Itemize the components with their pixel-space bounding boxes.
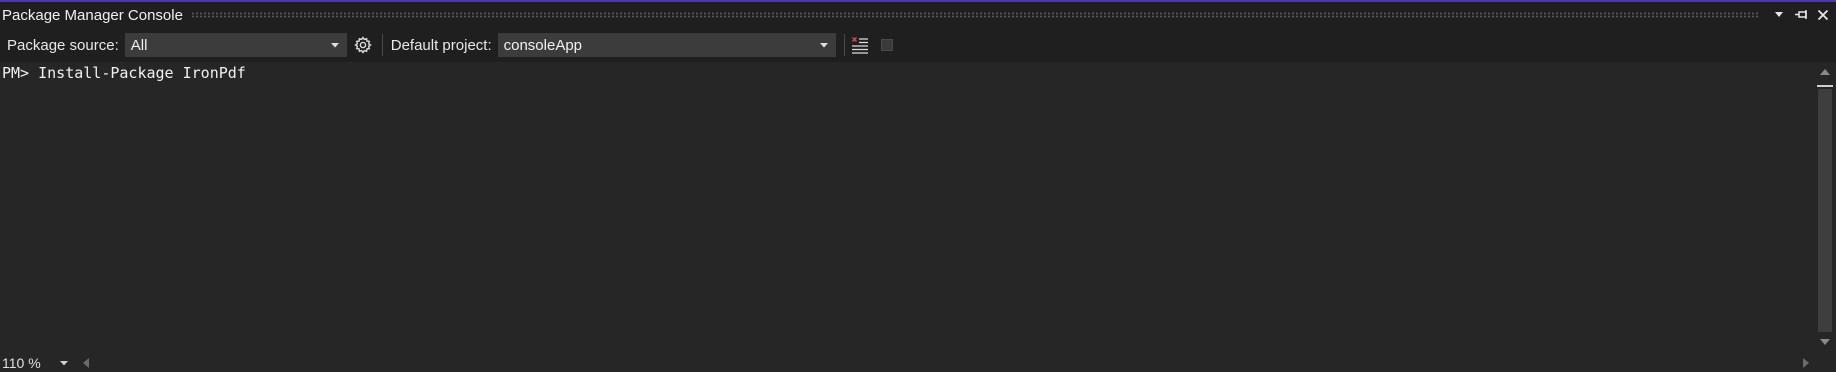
scroll-down-button[interactable] <box>1814 334 1836 350</box>
triangle-down-icon <box>1775 12 1783 17</box>
window-position-menu-button[interactable] <box>1770 5 1788 25</box>
default-project-dropdown[interactable]: consoleApp <box>497 33 836 57</box>
console-line: PM> Install-Package IronPdf <box>2 64 246 82</box>
default-project-label: Default project: <box>390 36 492 54</box>
toolbar-separator <box>381 34 383 56</box>
triangle-left-icon <box>83 358 89 368</box>
package-source-dropdown[interactable]: All <box>124 33 347 57</box>
console-output[interactable]: PM> Install-Package IronPdf <box>0 62 1814 352</box>
pin-button[interactable] <box>1792 5 1810 25</box>
clear-console-button[interactable] <box>849 33 871 57</box>
title-bar: Package Manager Console <box>0 2 1836 28</box>
chevron-down-icon <box>60 360 68 365</box>
vertical-scrollbar[interactable] <box>1814 62 1836 352</box>
gear-icon <box>353 36 372 54</box>
package-manager-console-window: Package Manager Console Package source: … <box>0 0 1836 372</box>
title-bar-grip[interactable] <box>190 12 1760 18</box>
triangle-up-icon <box>1820 69 1830 75</box>
horizontal-scrollbar[interactable] <box>74 353 1836 372</box>
bottom-bar: 110 % <box>0 352 1836 372</box>
scroll-left-button[interactable] <box>78 353 94 372</box>
package-source-settings-button[interactable] <box>352 33 374 57</box>
package-source-value: All <box>130 36 148 54</box>
zoom-dropdown[interactable]: 110 % <box>0 353 74 372</box>
default-project-value: consoleApp <box>503 36 583 54</box>
vertical-scroll-thumb[interactable] <box>1818 89 1832 332</box>
scrollbar-corner <box>1814 352 1836 372</box>
triangle-right-icon <box>1803 358 1809 368</box>
stop-icon <box>880 39 893 51</box>
stop-command-button[interactable] <box>877 33 897 57</box>
close-button[interactable] <box>1814 5 1832 25</box>
toolbar-separator <box>843 34 845 56</box>
console-toolbar: Package source: All Default project: con… <box>0 28 1836 62</box>
chevron-down-icon <box>328 42 342 48</box>
chevron-down-icon <box>817 42 831 48</box>
clear-console-icon <box>851 36 868 54</box>
zoom-value: 110 % <box>2 355 41 371</box>
pin-icon <box>1795 10 1807 19</box>
window-title: Package Manager Console <box>2 6 183 24</box>
close-icon <box>1817 9 1829 21</box>
scrollbar-top-marker <box>1817 85 1833 87</box>
package-source-label: Package source: <box>7 36 119 54</box>
scroll-right-button[interactable] <box>1798 353 1814 372</box>
scroll-up-button[interactable] <box>1814 64 1836 80</box>
triangle-down-icon <box>1820 339 1830 345</box>
